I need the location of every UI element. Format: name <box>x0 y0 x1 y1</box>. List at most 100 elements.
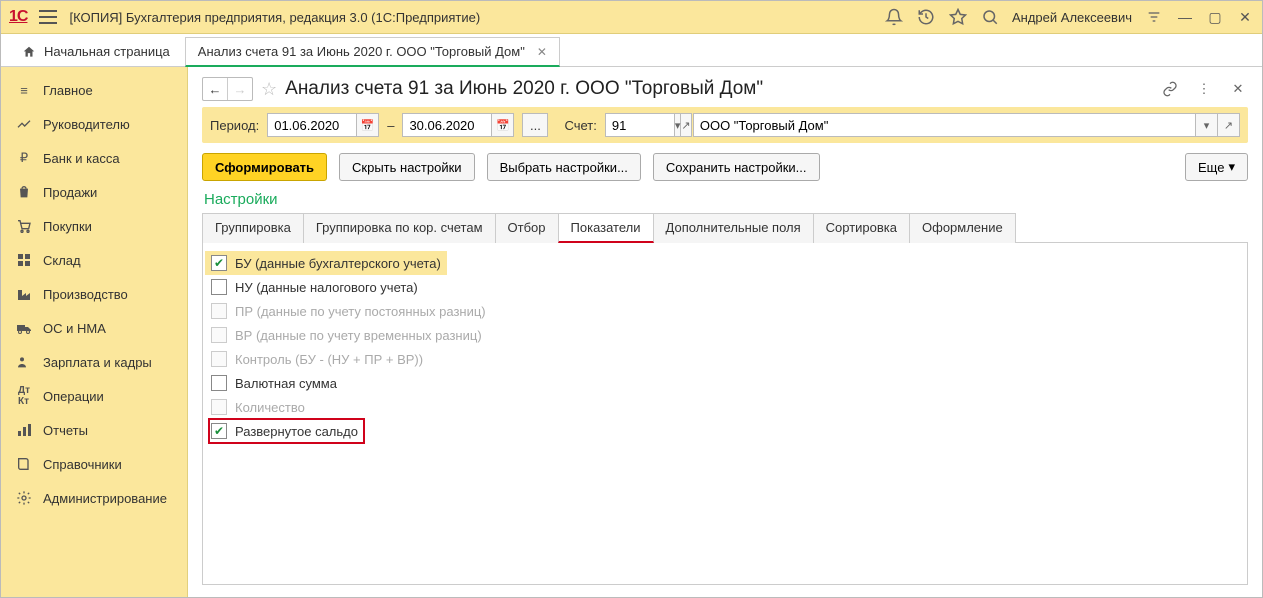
book-icon <box>15 455 33 473</box>
close-button[interactable]: ✕ <box>1236 9 1254 26</box>
bars-icon: ≡ <box>15 81 33 99</box>
org-input[interactable] <box>693 113 1196 137</box>
bars-icon <box>15 421 33 439</box>
dash: – <box>387 118 394 133</box>
more-icon[interactable]: ⋮ <box>1194 79 1214 99</box>
app-logo: 1C <box>9 8 27 26</box>
sidebar-item-warehouse[interactable]: Склад <box>1 243 187 277</box>
sidebar-item-admin[interactable]: Администрирование <box>1 481 187 515</box>
star-icon[interactable] <box>948 7 968 27</box>
more-button[interactable]: Еще ▾ <box>1185 153 1248 181</box>
checkbox[interactable] <box>211 255 227 271</box>
indicator-label: ПР (данные по учету постоянных разниц) <box>235 304 486 319</box>
boxes-icon <box>15 251 33 269</box>
indicator-row[interactable]: БУ (данные бухгалтерского учета) <box>205 251 447 275</box>
sidebar-item-assets[interactable]: ОС и НМА <box>1 311 187 345</box>
sidebar-item-purchases[interactable]: Покупки <box>1 209 187 243</box>
indicator-row: Количество <box>209 395 1241 419</box>
nav-forward[interactable]: → <box>227 78 252 100</box>
sidebar-item-label: Покупки <box>43 219 92 234</box>
settings-tab[interactable]: Сортировка <box>813 213 910 243</box>
tab-active[interactable]: Анализ счета 91 за Июнь 2020 г. ООО "Тор… <box>185 37 560 67</box>
checkbox <box>211 327 227 343</box>
sidebar-item-label: Справочники <box>43 457 122 472</box>
dropdown-icon[interactable]: ▾ <box>1196 113 1218 137</box>
indicator-row[interactable]: Развернутое сальдо <box>209 419 364 443</box>
sidebar-item-operations[interactable]: ДтКт Операции <box>1 379 187 413</box>
bell-icon[interactable] <box>884 7 904 27</box>
save-settings-button[interactable]: Сохранить настройки... <box>653 153 820 181</box>
page-title: Анализ счета 91 за Июнь 2020 г. ООО "Тор… <box>285 78 763 100</box>
period-label: Период: <box>210 118 259 133</box>
indicator-row: ПР (данные по учету постоянных разниц) <box>209 299 1241 323</box>
hide-settings-button[interactable]: Скрыть настройки <box>339 153 475 181</box>
sidebar-item-bank[interactable]: ₽Банк и касса <box>1 141 187 175</box>
sidebar-item-label: Продажи <box>43 185 97 200</box>
filter-bar: Период: 📅 – 📅 ... Счет: ▾ ↗ <box>202 107 1248 143</box>
history-icon[interactable] <box>916 7 936 27</box>
settings-tab[interactable]: Группировка по кор. счетам <box>303 213 496 243</box>
settings-tab[interactable]: Показатели <box>558 213 654 243</box>
settings-title: Настройки <box>204 191 1248 208</box>
indicator-label: Валютная сумма <box>235 376 337 391</box>
page-close-icon[interactable]: ✕ <box>1228 79 1248 99</box>
page-header: ← → ☆ Анализ счета 91 за Июнь 2020 г. ОО… <box>202 73 1248 107</box>
link-icon[interactable] <box>1160 79 1180 99</box>
generate-button[interactable]: Сформировать <box>202 153 327 181</box>
titlebar: 1C [КОПИЯ] Бухгалтерия предприятия, реда… <box>1 1 1262 34</box>
user-name[interactable]: Андрей Алексеевич <box>1012 10 1132 25</box>
nav-back[interactable]: ← <box>203 78 227 100</box>
settings-tab[interactable]: Оформление <box>909 213 1016 243</box>
favorite-star-icon[interactable]: ☆ <box>261 79 277 100</box>
sidebar-item-reports[interactable]: Отчеты <box>1 413 187 447</box>
sidebar-item-directories[interactable]: Справочники <box>1 447 187 481</box>
home-icon <box>22 45 36 59</box>
tab-home-label: Начальная страница <box>44 44 170 59</box>
chart-icon <box>15 115 33 133</box>
open-icon[interactable]: ↗ <box>681 113 691 137</box>
sidebar-item-sales[interactable]: Продажи <box>1 175 187 209</box>
sidebar-item-main[interactable]: ≡ Главное <box>1 73 187 107</box>
indicator-label: Контроль (БУ - (НУ + ПР + ВР)) <box>235 352 423 367</box>
tab-home[interactable]: Начальная страница <box>7 37 185 66</box>
ops-icon: ДтКт <box>15 387 33 405</box>
date-from-input[interactable] <box>267 113 357 137</box>
sidebar-item-salary[interactable]: Зарплата и кадры <box>1 345 187 379</box>
period-picker-button[interactable]: ... <box>522 113 548 137</box>
checkbox[interactable] <box>211 279 227 295</box>
checkbox[interactable] <box>211 423 227 439</box>
indicator-row[interactable]: НУ (данные налогового учета) <box>209 275 1241 299</box>
indicator-row[interactable]: Валютная сумма <box>209 371 1241 395</box>
settings-tab[interactable]: Группировка <box>202 213 304 243</box>
truck-icon <box>15 319 33 337</box>
sidebar-item-production[interactable]: Производство <box>1 277 187 311</box>
gear-icon <box>15 489 33 507</box>
window-title: [КОПИЯ] Бухгалтерия предприятия, редакци… <box>69 10 480 25</box>
body: ≡ Главное Руководителю ₽Банк и касса Прод… <box>1 67 1262 597</box>
calendar-icon[interactable]: 📅 <box>357 113 379 137</box>
search-icon[interactable] <box>980 7 1000 27</box>
menu-icon[interactable] <box>39 10 57 24</box>
sidebar-item-label: Операции <box>43 389 104 404</box>
sidebar-item-label: Главное <box>43 83 93 98</box>
calendar-icon[interactable]: 📅 <box>492 113 514 137</box>
people-icon <box>15 353 33 371</box>
sidebar-item-label: Зарплата и кадры <box>43 355 152 370</box>
sidebar-item-label: Руководителю <box>43 117 130 132</box>
settings-tab[interactable]: Дополнительные поля <box>653 213 814 243</box>
main: ← → ☆ Анализ счета 91 за Июнь 2020 г. ОО… <box>188 67 1262 597</box>
account-input[interactable] <box>605 113 675 137</box>
maximize-button[interactable]: ▢ <box>1206 9 1224 26</box>
tab-close-icon[interactable]: ✕ <box>537 45 547 59</box>
indicator-label: ВР (данные по учету временных разниц) <box>235 328 482 343</box>
date-to-input[interactable] <box>402 113 492 137</box>
settings-tab[interactable]: Отбор <box>495 213 559 243</box>
sidebar-item-label: ОС и НМА <box>43 321 106 336</box>
open-icon[interactable]: ↗ <box>1218 113 1240 137</box>
filter-icon[interactable] <box>1144 7 1164 27</box>
checkbox[interactable] <box>211 375 227 391</box>
minimize-button[interactable]: — <box>1176 9 1194 25</box>
sidebar-item-manager[interactable]: Руководителю <box>1 107 187 141</box>
actions-row: Сформировать Скрыть настройки Выбрать на… <box>202 143 1248 191</box>
select-settings-button[interactable]: Выбрать настройки... <box>487 153 641 181</box>
